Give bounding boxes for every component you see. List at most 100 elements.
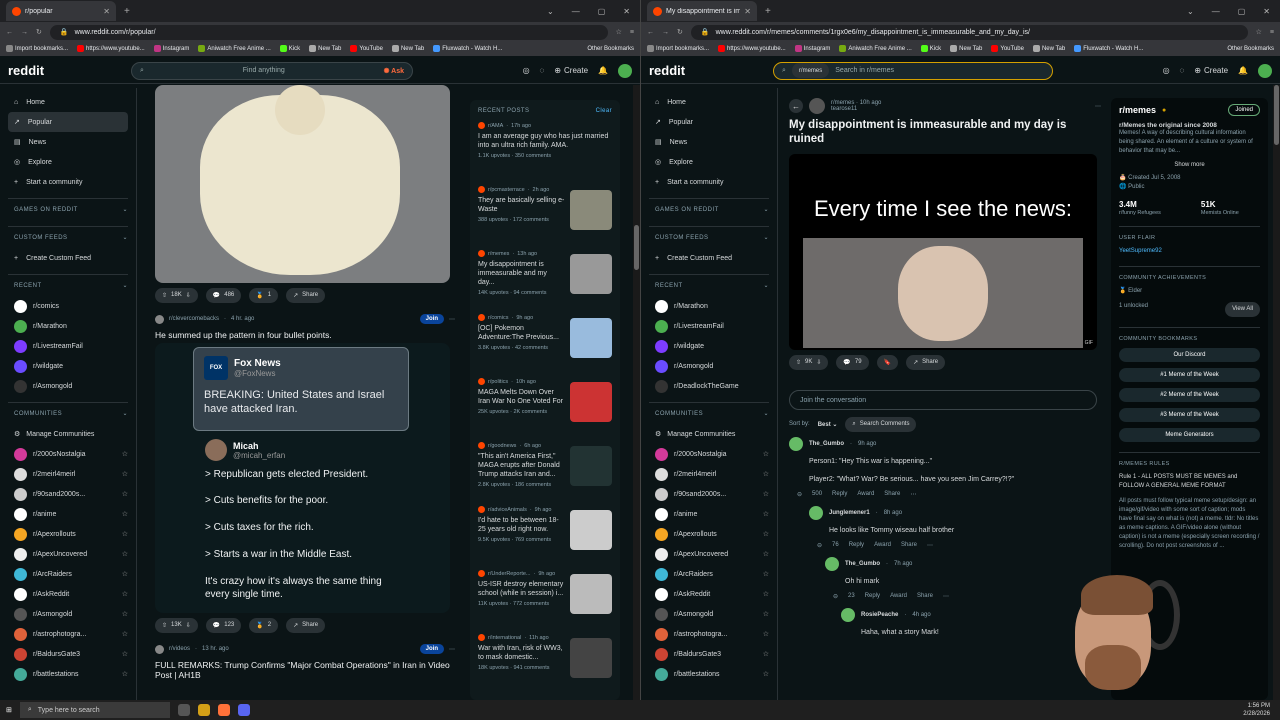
nav-item-popular[interactable]: ↗ Popular xyxy=(8,112,128,132)
star-icon[interactable]: ☆ xyxy=(763,610,769,618)
star-icon[interactable]: ☆ xyxy=(763,650,769,658)
recent-post-item[interactable]: r/politics · 10h ago MAGA Melts Down Over… xyxy=(478,378,612,442)
avatar[interactable] xyxy=(789,437,803,451)
reply-button[interactable]: Reply xyxy=(849,542,864,548)
comment-votes[interactable]: 76 xyxy=(832,542,839,548)
task-view-icon[interactable] xyxy=(177,704,190,716)
menu-icon[interactable]: ≡ xyxy=(1270,29,1274,36)
reply-button[interactable]: Reply xyxy=(832,491,847,497)
community-item[interactable]: r/anime ☆ xyxy=(8,504,128,524)
community-item[interactable]: r/ArcRaiders ☆ xyxy=(8,564,128,584)
bookmark-item[interactable]: Aniwatch Free Anime ... xyxy=(839,45,912,53)
community-item[interactable]: r/BaldursGate3 ☆ xyxy=(649,644,769,664)
comments-button[interactable]: 💬 486 xyxy=(205,287,242,303)
recent-community[interactable]: r/Marathon xyxy=(8,316,128,336)
bell-icon[interactable]: 🔔 xyxy=(598,66,608,75)
star-icon[interactable]: ☆ xyxy=(122,530,128,538)
star-icon[interactable]: ☆ xyxy=(122,670,128,678)
ads-icon[interactable]: ◎ xyxy=(1163,66,1170,75)
post-image-tweet[interactable]: FOX Fox News @FoxNews BREAKING: United St… xyxy=(155,343,450,613)
bookmark-item[interactable]: https://www.youtube... xyxy=(718,45,786,53)
community-item[interactable]: r/BaldursGate3 ☆ xyxy=(8,644,128,664)
community-item[interactable]: r/90sand2000s... ☆ xyxy=(8,484,128,504)
comment-author[interactable]: Junglemener1 xyxy=(829,510,870,516)
bookmark-item[interactable]: New Tab xyxy=(1032,45,1065,53)
section-games[interactable]: GAMES ON REDDIT ⌄ xyxy=(8,198,128,220)
recent-post-item[interactable]: r/adviceAnimals · 9h ago I'd hate to be b… xyxy=(478,506,612,570)
star-icon[interactable]: ☆ xyxy=(763,630,769,638)
community-item[interactable]: r/90sand2000s... ☆ xyxy=(649,484,769,504)
star-icon[interactable]: ☆ xyxy=(763,550,769,558)
create-custom-feed[interactable]: + Create Custom Feed xyxy=(649,248,769,268)
reload-icon[interactable]: ↻ xyxy=(677,28,683,36)
close-icon[interactable]: ✕ xyxy=(623,7,630,16)
star-icon[interactable]: ☆ xyxy=(763,510,769,518)
comments-button[interactable]: 💬 123 xyxy=(205,617,242,633)
community-item[interactable]: r/Asmongold ☆ xyxy=(8,604,128,624)
community-item[interactable]: r/ApexUncovered ☆ xyxy=(649,544,769,564)
recent-community[interactable]: r/Marathon xyxy=(649,296,769,316)
more-icon[interactable]: ⋯ xyxy=(449,316,455,323)
create-custom-feed[interactable]: + Create Custom Feed xyxy=(8,248,128,268)
back-icon[interactable]: ← xyxy=(647,29,654,36)
recent-post-item[interactable]: r/pcmasterrace · 2h ago They are basicall… xyxy=(478,186,612,250)
section-communities[interactable]: COMMUNITIES ⌄ xyxy=(649,402,769,424)
community-item[interactable]: r/Apexrollouts ☆ xyxy=(649,524,769,544)
bookmark-item[interactable]: Instagram xyxy=(153,45,189,53)
star-icon[interactable]: ☆ xyxy=(122,630,128,638)
back-arrow-icon[interactable]: ← xyxy=(789,99,803,113)
award-button[interactable]: 🏅 1 xyxy=(249,287,279,303)
award-button[interactable]: Award xyxy=(857,491,874,497)
community-item[interactable]: r/ApexUncovered ☆ xyxy=(8,544,128,564)
bookmark-item[interactable]: Import bookmarks... xyxy=(6,45,68,53)
share-button[interactable]: Share xyxy=(884,491,900,497)
star-icon[interactable]: ☆ xyxy=(122,590,128,598)
nav-item-start-a-community[interactable]: + Start a community xyxy=(8,172,128,192)
more-icon[interactable]: ⋯ xyxy=(1095,103,1101,110)
star-icon[interactable]: ☆ xyxy=(122,450,128,458)
recent-post-item[interactable]: r/goodnews · 6h ago "This ain't America F… xyxy=(478,442,612,506)
community-item[interactable]: r/battlestations ☆ xyxy=(649,664,769,684)
share-button[interactable]: ↗ Share xyxy=(286,287,326,303)
url-field[interactable]: 🔒 www.reddit.com/r/memes/comments/1rgx0e6… xyxy=(690,24,1248,40)
avatar[interactable] xyxy=(618,63,632,78)
star-icon[interactable]: ☆ xyxy=(763,470,769,478)
joined-button[interactable]: Joined xyxy=(1228,104,1260,116)
award-button[interactable]: Award xyxy=(890,593,907,599)
ads-icon[interactable]: ◎ xyxy=(523,66,530,75)
community-item[interactable]: r/Asmongold ☆ xyxy=(649,604,769,624)
bookmark-button[interactable]: Our Discord xyxy=(1119,348,1260,362)
bookmark-button[interactable]: Meme Generators xyxy=(1119,428,1260,442)
tab-post[interactable]: My disappointment is immeasu... ✕ xyxy=(647,1,757,21)
star-icon[interactable]: ☆ xyxy=(763,490,769,498)
forward-icon[interactable]: → xyxy=(21,29,28,36)
recent-post-item[interactable]: r/UnderReporte... · 9h ago US-ISR destroy… xyxy=(478,570,612,634)
section-custom-feeds[interactable]: CUSTOM FEEDS ⌄ xyxy=(8,226,128,248)
bookmark-item[interactable]: Import bookmarks... xyxy=(647,45,709,53)
recent-post-item[interactable]: r/comics · 9h ago [OC] Pokemon Adventure:… xyxy=(478,314,612,378)
bookmark-item[interactable]: Kick xyxy=(920,45,941,53)
windows-icon[interactable]: ⊞ xyxy=(6,706,12,714)
reddit-logo[interactable]: reddit xyxy=(649,63,769,78)
community-item[interactable]: r/2000sNostalgia ☆ xyxy=(649,444,769,464)
comment-author[interactable]: RosiePeache xyxy=(861,612,898,618)
nav-item-start-a-community[interactable]: + Start a community xyxy=(649,172,769,192)
subreddit-link[interactable]: r/clevercomebacks xyxy=(169,316,219,322)
bookmark-button[interactable]: #2 Meme of the Week xyxy=(1119,388,1260,402)
bookmark-item[interactable]: Instagram xyxy=(794,45,830,53)
bookmark-item[interactable]: YouTube xyxy=(991,45,1024,53)
community-item[interactable]: r/2000sNostalgia ☆ xyxy=(8,444,128,464)
url-field[interactable]: 🔒 www.reddit.com/r/popular/ xyxy=(49,24,608,40)
comment-author[interactable]: The_Gumbo xyxy=(809,441,844,447)
section-communities[interactable]: COMMUNITIES ⌄ xyxy=(8,402,128,424)
star-icon[interactable]: ☆ xyxy=(122,470,128,478)
rule-1[interactable]: Rule 1 - ALL POSTS MUST BE MEMES and FOL… xyxy=(1119,473,1260,491)
nav-item-explore[interactable]: ◎ Explore xyxy=(8,152,128,172)
share-button[interactable]: ↗ Share xyxy=(286,617,326,633)
recent-community[interactable]: r/LivestreamFail xyxy=(649,316,769,336)
bookmark-item[interactable]: Fluxwatch - Watch H... xyxy=(1074,45,1143,53)
more-icon[interactable]: ⋯ xyxy=(910,491,916,498)
recent-post-item[interactable]: r/memes · 13h ago My disappointment is im… xyxy=(478,250,612,314)
section-games[interactable]: GAMES ON REDDIT ⌄ xyxy=(649,198,769,220)
avatar[interactable] xyxy=(841,608,855,622)
